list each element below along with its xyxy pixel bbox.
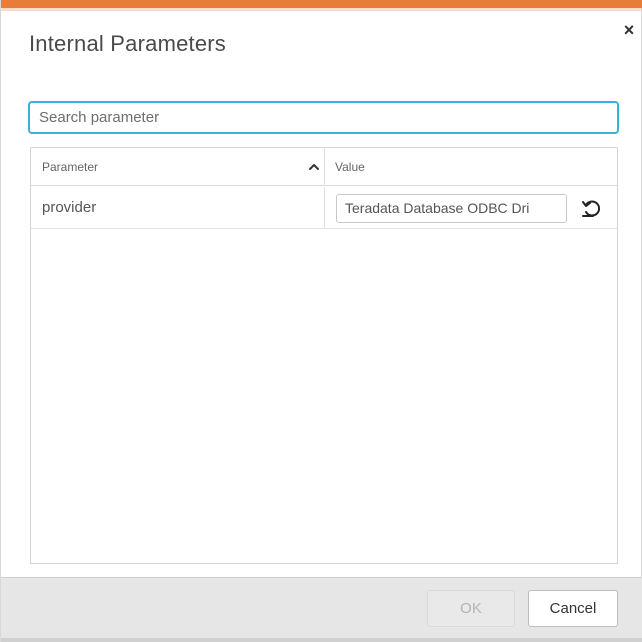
column-header-value[interactable]: Value [325,148,617,186]
column-header-label: Value [335,160,365,174]
search-input[interactable] [28,101,619,134]
ok-button[interactable]: OK [427,590,515,627]
table-row: provider Teradata Database ODBC Dri [31,187,617,229]
dialog-footer: OK Cancel [1,577,642,642]
parameters-table: Parameter Value provider Teradata Databa… [30,147,618,564]
cancel-button[interactable]: Cancel [528,590,618,627]
reset-icon[interactable] [580,197,602,219]
chevron-up-icon[interactable] [307,160,321,174]
close-icon[interactable]: × [619,20,639,40]
column-header-parameter[interactable]: Parameter [31,148,325,186]
column-header-label: Parameter [42,160,99,174]
parameter-name-cell: provider [31,187,325,228]
parameter-value-field[interactable]: Teradata Database ODBC Dri [336,194,567,223]
table-header: Parameter Value [31,148,617,186]
dialog-title: Internal Parameters [29,31,226,56]
bottom-divider [1,638,642,642]
dialog-accent-bar [1,0,642,11]
internal-parameters-dialog: Internal Parameters × Parameter Value pr… [0,0,642,642]
